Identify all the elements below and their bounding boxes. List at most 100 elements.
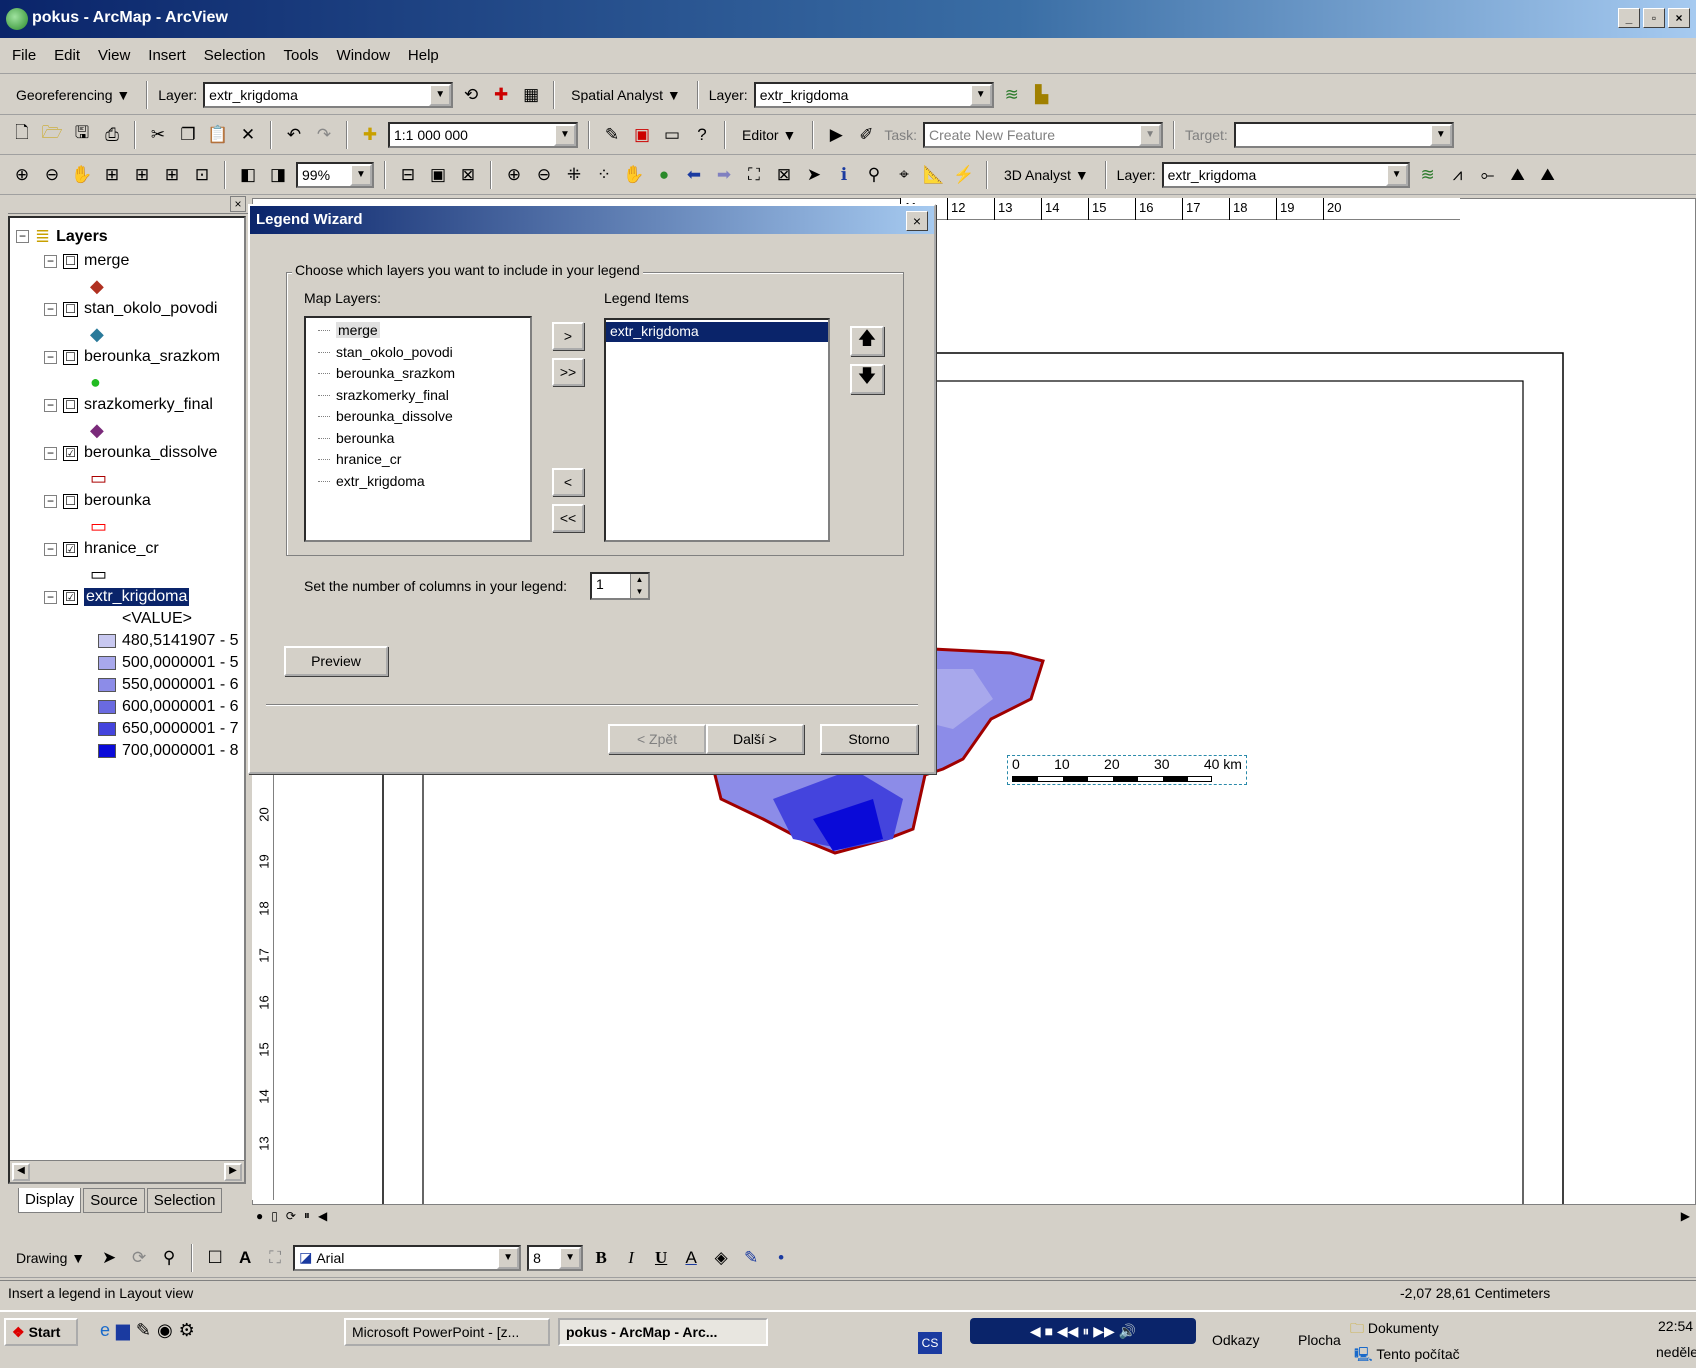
bold-button[interactable]: B bbox=[589, 1246, 613, 1270]
toc-layer-berounka_srazkom[interactable]: − ☐ berounka_srazkom bbox=[44, 348, 220, 366]
map-layer-item[interactable]: extr_krigdoma bbox=[306, 471, 530, 493]
media-icon[interactable]: ◉ bbox=[157, 1320, 173, 1341]
layer-symbol[interactable]: ▭ bbox=[90, 468, 107, 489]
zoom-out-icon[interactable]: ⊖ bbox=[532, 163, 556, 187]
map-scale-select[interactable]: 1:1 000 000 ▼ bbox=[388, 121, 578, 148]
menu-selection[interactable]: Selection bbox=[204, 47, 266, 64]
layout-hscrollbar[interactable]: ● ▯ ⟳ ⏸ ◀ ▶ bbox=[252, 1204, 1696, 1226]
forward-arrow-icon[interactable]: ➡ bbox=[712, 163, 736, 187]
hyperlink-icon[interactable]: ⚡ bbox=[952, 163, 976, 187]
map-layer-item[interactable]: berounka_dissolve bbox=[306, 406, 530, 428]
menu-window[interactable]: Window bbox=[337, 47, 390, 64]
scroll-left-icon[interactable]: ◀ bbox=[12, 1163, 30, 1181]
georeferencing-menu[interactable]: Georeferencing ▼ bbox=[10, 80, 136, 110]
underline-button[interactable]: U bbox=[649, 1246, 673, 1270]
media-player-bar[interactable]: ◀ ■ ◀◀ ⏸ ▶▶ 🔊 bbox=[970, 1318, 1196, 1344]
line-color-icon[interactable]: ✎ bbox=[739, 1246, 763, 1270]
select-features-icon[interactable]: ⛶ bbox=[742, 163, 766, 187]
command-line-icon[interactable]: ▭ bbox=[660, 123, 684, 147]
pan-layout-icon[interactable]: ✋ bbox=[70, 163, 94, 187]
zoom-whole-page-icon[interactable]: ⊞ bbox=[100, 163, 124, 187]
copy-icon[interactable]: ❐ bbox=[176, 123, 200, 147]
add-data-icon[interactable]: ✚ bbox=[358, 123, 382, 147]
zoom-in-icon[interactable]: ⊕ bbox=[502, 163, 526, 187]
cut-icon[interactable]: ✂ bbox=[146, 123, 170, 147]
new-document-icon[interactable]: 🗋 bbox=[10, 123, 34, 147]
refresh-icon[interactable]: ⟳ bbox=[282, 1209, 300, 1223]
line-of-sight-icon[interactable]: ⟜ bbox=[1476, 163, 1500, 187]
target-select[interactable]: ▼ bbox=[1233, 121, 1454, 148]
toc-close-icon[interactable]: × bbox=[230, 196, 246, 212]
toolbar-dokumenty[interactable]: 🗀 Dokumenty bbox=[1350, 1318, 1439, 1342]
arctoolbox-icon[interactable]: ▣ bbox=[630, 123, 654, 147]
steepest-path-icon[interactable]: ⩘ bbox=[1446, 163, 1470, 187]
save-quick-icon[interactable]: ▆ bbox=[116, 1320, 130, 1341]
scroll-right-layout-icon[interactable]: ▶ bbox=[1677, 1209, 1694, 1223]
minimize-button[interactable]: _ bbox=[1618, 8, 1640, 28]
fixed-zoom-icon[interactable]: ⁜ bbox=[562, 163, 586, 187]
legend-class-row[interactable]: 480,5141907 - 5 bbox=[98, 632, 239, 650]
georef-layer-select[interactable]: extr_krigdoma ▼ bbox=[203, 81, 454, 108]
tab-source[interactable]: Source bbox=[83, 1188, 145, 1213]
undo-icon[interactable]: ↶ bbox=[282, 123, 306, 147]
map-layer-item[interactable]: merge bbox=[306, 320, 530, 342]
toc-layer-berounka_dissolve[interactable]: − ☑ berounka_dissolve bbox=[44, 444, 217, 462]
3d-layer-select[interactable]: extr_krigdoma ▼ bbox=[1161, 161, 1410, 188]
scroll-right-icon[interactable]: ▶ bbox=[224, 1163, 242, 1181]
pause-draw-icon[interactable]: ⏸ bbox=[300, 1208, 314, 1223]
toolbar-odkazy[interactable]: Odkazy bbox=[1212, 1332, 1259, 1348]
toolbar-plocha[interactable]: Plocha bbox=[1298, 1332, 1341, 1348]
map-layer-item[interactable]: stan_okolo_povodi bbox=[306, 342, 530, 364]
legend-items-list[interactable]: extr_krigdoma bbox=[604, 318, 830, 542]
toc-root[interactable]: − ≣ Layers bbox=[16, 226, 108, 247]
layer-symbol[interactable]: ◆ bbox=[90, 420, 104, 441]
layer-visibility-checkbox[interactable]: ☐ bbox=[63, 301, 78, 317]
back-button[interactable]: < Zpět bbox=[608, 724, 706, 754]
sketch-tool-icon[interactable]: ✐ bbox=[854, 123, 878, 147]
legend-class-row[interactable]: 550,0000001 - 6 bbox=[98, 676, 239, 694]
identify-icon[interactable]: ℹ bbox=[832, 163, 856, 187]
contour-icon[interactable]: ≋ bbox=[1000, 83, 1024, 107]
layer-visibility-checkbox[interactable]: ☐ bbox=[63, 493, 78, 509]
contour-3d-icon[interactable]: ≋ bbox=[1416, 163, 1440, 187]
editor-menu[interactable]: Editor ▼ bbox=[736, 120, 802, 150]
legend-class-row[interactable]: 600,0000001 - 6 bbox=[98, 698, 239, 716]
edit-vertices-icon[interactable]: ⛶ bbox=[263, 1246, 287, 1270]
legend-class-row[interactable]: 700,0000001 - 8 bbox=[98, 742, 239, 760]
pan-icon[interactable]: ✋ bbox=[622, 163, 646, 187]
menu-help[interactable]: Help bbox=[408, 47, 439, 64]
toc-layer-berounka[interactable]: − ☐ berounka bbox=[44, 492, 151, 510]
ie-icon[interactable]: e bbox=[100, 1320, 110, 1341]
zoom-out-layout-icon[interactable]: ⊖ bbox=[40, 163, 64, 187]
3d-analyst-menu[interactable]: 3D Analyst ▼ bbox=[998, 160, 1095, 190]
remove-layer-button[interactable]: < bbox=[552, 468, 584, 496]
layer-visibility-checkbox[interactable]: ☑ bbox=[63, 445, 78, 461]
rectangle-tool-icon[interactable]: ☐ bbox=[203, 1246, 227, 1270]
full-extent-icon[interactable]: ● bbox=[652, 163, 676, 187]
columns-spinner[interactable]: 1 ▲ ▼ bbox=[590, 572, 650, 600]
rotate-element-icon[interactable]: ⟳ bbox=[127, 1246, 151, 1270]
interpolate-line-icon[interactable]: ⛰ bbox=[1506, 163, 1530, 187]
collapse-icon[interactable]: − bbox=[44, 590, 57, 604]
text-tool-icon[interactable]: A bbox=[233, 1246, 257, 1270]
layer-symbol[interactable]: ◆ bbox=[90, 324, 104, 345]
collapse-icon[interactable]: − bbox=[44, 254, 57, 268]
toc-grip[interactable]: × bbox=[8, 196, 248, 214]
tab-display[interactable]: Display bbox=[18, 1188, 82, 1213]
legend-item[interactable]: extr_krigdoma bbox=[606, 322, 828, 342]
layout-view-icon[interactable]: ▯ bbox=[267, 1209, 282, 1223]
cancel-button[interactable]: Storno bbox=[820, 724, 918, 754]
layer-visibility-checkbox[interactable]: ☑ bbox=[63, 541, 78, 557]
delete-icon[interactable]: ✕ bbox=[236, 123, 260, 147]
link-table-icon[interactable]: ▦ bbox=[519, 83, 543, 107]
collapse-icon[interactable]: − bbox=[44, 542, 57, 556]
layer-symbol[interactable]: ▭ bbox=[90, 516, 107, 537]
toc-hscrollbar[interactable]: ◀ ▶ bbox=[10, 1160, 244, 1182]
menu-edit[interactable]: Edit bbox=[54, 47, 80, 64]
fixed-zoom-out-icon[interactable]: ⊞ bbox=[160, 163, 184, 187]
editor-toolbar-icon[interactable]: ✎ bbox=[600, 123, 624, 147]
focus-data-frame-icon[interactable]: ▣ bbox=[426, 163, 450, 187]
dialog-close-button[interactable]: × bbox=[906, 211, 928, 231]
scalebar[interactable]: 0 10 20 30 40 km bbox=[1007, 755, 1247, 785]
map-layer-item[interactable]: berounka bbox=[306, 428, 530, 450]
